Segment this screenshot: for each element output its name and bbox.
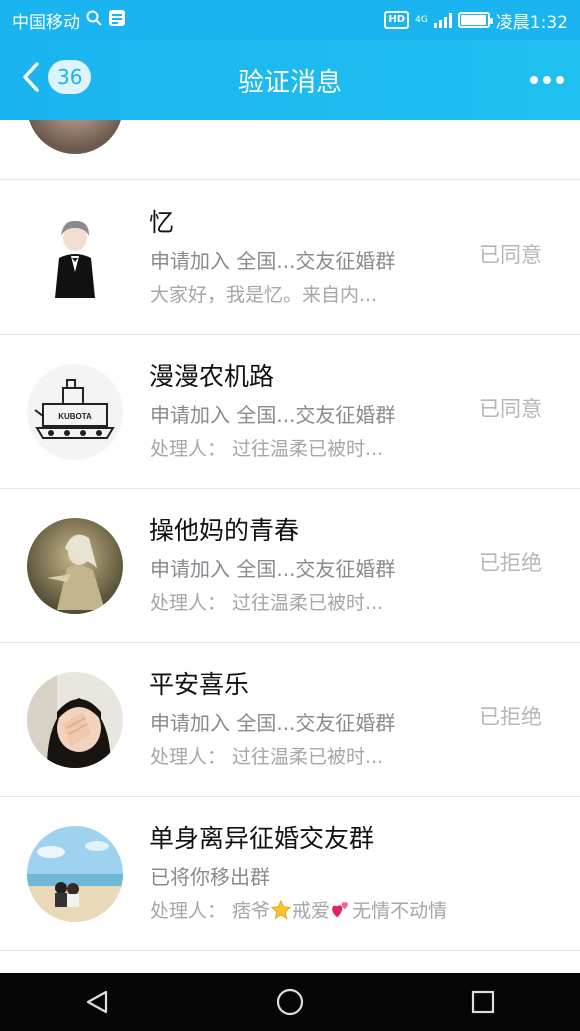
- back-triangle-icon[interactable]: [67, 982, 127, 1022]
- star-emoji-icon: [270, 899, 292, 921]
- status-bar: 中国移动 HD 4G 凌晨1:32: [0, 0, 580, 40]
- group-name: 单身离异征婚交友群: [149, 824, 375, 853]
- list-item[interactable]: 平安喜乐 申请加入 全国...交友征婚群 处理人： 过往温柔已被时... 已拒绝: [0, 643, 580, 797]
- status-label: 已同意: [479, 397, 542, 421]
- requester-name: 操他妈的青春: [149, 516, 300, 545]
- avatar: [27, 672, 123, 768]
- list-item-partial[interactable]: [0, 120, 580, 180]
- request-description: 申请加入 全国...交友征婚群: [150, 249, 396, 273]
- request-description: 已将你移出群: [150, 865, 270, 889]
- status-label: 已拒绝: [479, 705, 542, 729]
- request-description: 申请加入 全国...交友征婚群: [150, 557, 396, 581]
- status-label: 已拒绝: [479, 551, 542, 575]
- handler-mid: 戒爱: [292, 900, 331, 922]
- request-description: 申请加入 全国...交友征婚群: [150, 403, 396, 427]
- kubota-logo-text: KUBOTA: [58, 412, 92, 421]
- battery-icon: [457, 12, 493, 28]
- handler-info: 处理人： 过往温柔已被时...: [150, 592, 384, 614]
- request-description: 申请加入 全国...交友征婚群: [150, 711, 396, 735]
- requester-name: 平安喜乐: [149, 670, 250, 699]
- avatar: [27, 120, 123, 154]
- list-item[interactable]: KUBOTA 漫漫农机路 申请加入 全国...交友征婚群 处理人： 过往温柔已被…: [0, 335, 580, 489]
- signal-icon: [433, 12, 452, 28]
- recents-square-icon[interactable]: [453, 982, 513, 1022]
- network-type-icon: 4G: [415, 14, 428, 25]
- avatar: [27, 826, 123, 922]
- list-item[interactable]: 单身离异征婚交友群 已将你移出群 处理人： 痞爷 戒爱 无情不动情: [0, 797, 580, 951]
- handler-suffix: 无情不动情: [352, 900, 448, 922]
- avatar: KUBOTA: [27, 364, 123, 460]
- verification-message-list: 忆 申请加入 全国...交友征婚群 大家好，我是忆。来自内... 已同意 KUB…: [0, 120, 580, 973]
- avatar: [27, 518, 123, 614]
- search-icon: [86, 10, 102, 31]
- home-circle-icon[interactable]: [260, 982, 320, 1022]
- system-nav-bar: [0, 973, 580, 1031]
- status-label: 已同意: [479, 243, 542, 267]
- list-item[interactable]: 忆 申请加入 全国...交友征婚群 大家好，我是忆。来自内... 已同意: [0, 181, 580, 335]
- list-item[interactable]: 操他妈的青春 申请加入 全国...交友征婚群 处理人： 过往温柔已被时... 已…: [0, 489, 580, 643]
- handler-prefix: 处理人： 痞爷: [150, 900, 271, 922]
- list-item-partial[interactable]: [0, 951, 580, 973]
- carrier-label: 中国移动: [12, 12, 80, 33]
- request-message: 大家好，我是忆。来自内...: [150, 284, 378, 306]
- avatar: [27, 210, 123, 306]
- handler-info: 处理人： 痞爷 戒爱 无情不动情: [150, 896, 447, 923]
- page-title: 验证消息: [237, 68, 342, 98]
- hd-icon: HD: [384, 11, 410, 29]
- handler-info: 处理人： 过往温柔已被时...: [150, 438, 384, 460]
- requester-name: 忆: [149, 208, 175, 237]
- clock: 凌晨1:32: [495, 12, 568, 33]
- more-options-icon[interactable]: [530, 76, 564, 84]
- two-hearts-emoji-icon: [330, 899, 352, 921]
- requester-name: 漫漫农机路: [149, 362, 275, 391]
- app-notification-icon: [108, 9, 126, 32]
- handler-info: 处理人： 过往温柔已被时...: [150, 746, 384, 768]
- nav-bar: 36 验证消息: [0, 40, 580, 120]
